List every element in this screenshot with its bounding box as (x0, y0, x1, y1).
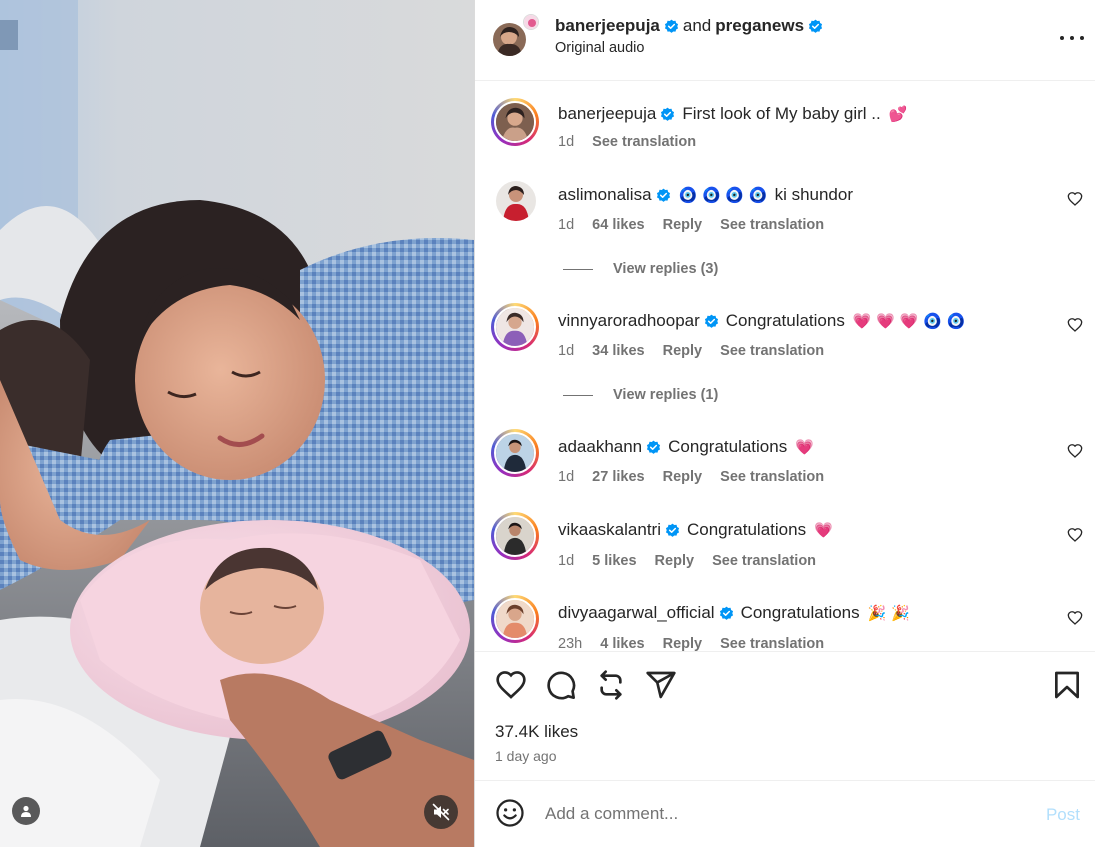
comment-like-heart-icon[interactable] (1067, 191, 1083, 207)
caption-text: First look of My baby girl .. (682, 104, 881, 123)
add-comment-bar: Post (475, 780, 1095, 847)
see-translation-link[interactable]: See translation (720, 343, 824, 359)
comment-like-heart-icon[interactable] (1067, 610, 1083, 626)
comment-time[interactable]: 1d (558, 343, 574, 359)
see-translation-link[interactable]: See translation (720, 636, 824, 651)
comment-emoji: 💗 (795, 438, 814, 456)
view-replies-button[interactable]: View replies (3) (563, 261, 718, 277)
post-video-frame (0, 0, 474, 847)
comment-text: Congratulations (725, 311, 845, 330)
comment-username[interactable]: vinnyaroradhoopar (558, 311, 700, 331)
verified-icon (664, 19, 678, 33)
comment-emoji: 🎉 🎉 (867, 604, 910, 622)
verified-icon (665, 523, 680, 537)
author-name[interactable]: banerjeepuja (555, 16, 660, 36)
verified-icon (661, 107, 675, 121)
verified-icon (656, 188, 670, 202)
likes-count[interactable]: 37.4K likes (495, 722, 578, 742)
comment-icon[interactable] (545, 669, 577, 701)
comment-time[interactable]: 1d (558, 553, 574, 569)
comments-list[interactable]: banerjeepuja First look of My baby girl … (475, 81, 1095, 651)
tagged-users-button[interactable] (12, 797, 40, 825)
view-replies-button[interactable]: View replies (1) (563, 387, 718, 403)
see-translation-link[interactable]: See translation (720, 217, 824, 233)
avatar[interactable] (491, 98, 539, 146)
post-header: banerjeepuja and preganews Original audi… (475, 0, 1095, 81)
comment-likes[interactable]: 27 likes (592, 469, 644, 485)
divider (563, 394, 593, 396)
comment-text: Congratulations (668, 437, 788, 456)
divider (563, 268, 593, 270)
see-translation-link[interactable]: See translation (592, 134, 696, 150)
comment-likes[interactable]: 64 likes (592, 217, 644, 233)
comment-username[interactable]: banerjeepuja (558, 104, 656, 124)
post-details-panel: banerjeepuja and preganews Original audi… (474, 0, 1095, 847)
comment-username[interactable]: divyaagarwal_official (558, 603, 715, 623)
verified-icon (809, 19, 823, 33)
caption-emoji: 💕 (888, 105, 908, 123)
more-options-button[interactable] (1060, 28, 1084, 48)
post-authors: banerjeepuja and preganews (555, 16, 823, 36)
verified-icon (647, 440, 661, 454)
comment-username[interactable]: adaakhann (558, 437, 642, 457)
post-actions: 37.4K likes 1 day ago (475, 651, 1095, 780)
view-replies-label: View replies (3) (613, 261, 719, 277)
and-text: and (682, 16, 712, 35)
comment-text: Congratulations (687, 520, 807, 539)
comment-username[interactable]: vikaaskalantri (558, 520, 661, 540)
share-icon[interactable] (645, 669, 677, 701)
comment-username[interactable]: aslimonalisa (558, 185, 652, 205)
avatar[interactable] (496, 181, 536, 221)
mute-button[interactable] (424, 795, 458, 829)
bookmark-icon[interactable] (1051, 669, 1083, 701)
see-translation-link[interactable]: See translation (712, 553, 816, 569)
avatar[interactable] (491, 303, 539, 351)
reply-button[interactable]: Reply (663, 343, 703, 359)
comment-likes[interactable]: 34 likes (592, 343, 644, 359)
comment-time[interactable]: 1d (558, 217, 574, 233)
comment-emoji: 🧿 🧿 🧿 🧿 (678, 186, 768, 204)
user-tag-icon (21, 805, 31, 817)
author-avatar[interactable] (493, 23, 526, 56)
view-replies-label: View replies (1) (613, 387, 719, 403)
repost-icon[interactable] (595, 669, 627, 701)
comment-emoji: 💗 (814, 521, 833, 539)
comment-text: Congratulations (740, 603, 860, 622)
heart-icon[interactable] (495, 669, 527, 701)
reply-button[interactable]: Reply (663, 636, 703, 651)
post-comment-button[interactable]: Post (1046, 805, 1080, 825)
comment-emoji: 💗 💗 💗 🧿 🧿 (852, 312, 966, 330)
coauthor-avatar[interactable] (523, 14, 539, 30)
comment-time[interactable]: 1d (558, 134, 574, 150)
more-icon (1060, 36, 1064, 40)
comment-time[interactable]: 23h (558, 636, 582, 651)
avatar[interactable] (491, 512, 539, 560)
avatar[interactable] (491, 595, 539, 643)
mute-icon (432, 803, 450, 821)
coauthor-name[interactable]: preganews (715, 16, 804, 36)
more-icon-dot (1070, 36, 1074, 40)
comment-text: ki shundor (774, 185, 853, 204)
comment-likes[interactable]: 4 likes (600, 636, 644, 651)
verified-icon (704, 314, 718, 328)
comment-like-heart-icon[interactable] (1067, 443, 1083, 459)
emoji-icon[interactable] (495, 798, 525, 828)
avatar[interactable] (491, 429, 539, 477)
more-icon-dot (1080, 36, 1084, 40)
comment-like-heart-icon[interactable] (1067, 527, 1083, 543)
post-media[interactable] (0, 0, 474, 847)
see-translation-link[interactable]: See translation (720, 469, 824, 485)
verified-icon (719, 606, 733, 620)
reply-button[interactable]: Reply (655, 553, 695, 569)
reply-button[interactable]: Reply (663, 469, 703, 485)
reply-button[interactable]: Reply (663, 217, 703, 233)
comment-like-heart-icon[interactable] (1067, 317, 1083, 333)
post-time[interactable]: 1 day ago (495, 748, 557, 764)
comment-likes[interactable]: 5 likes (592, 553, 636, 569)
audio-link[interactable]: Original audio (555, 40, 644, 56)
comment-input[interactable] (545, 800, 1005, 828)
comment-time[interactable]: 1d (558, 469, 574, 485)
